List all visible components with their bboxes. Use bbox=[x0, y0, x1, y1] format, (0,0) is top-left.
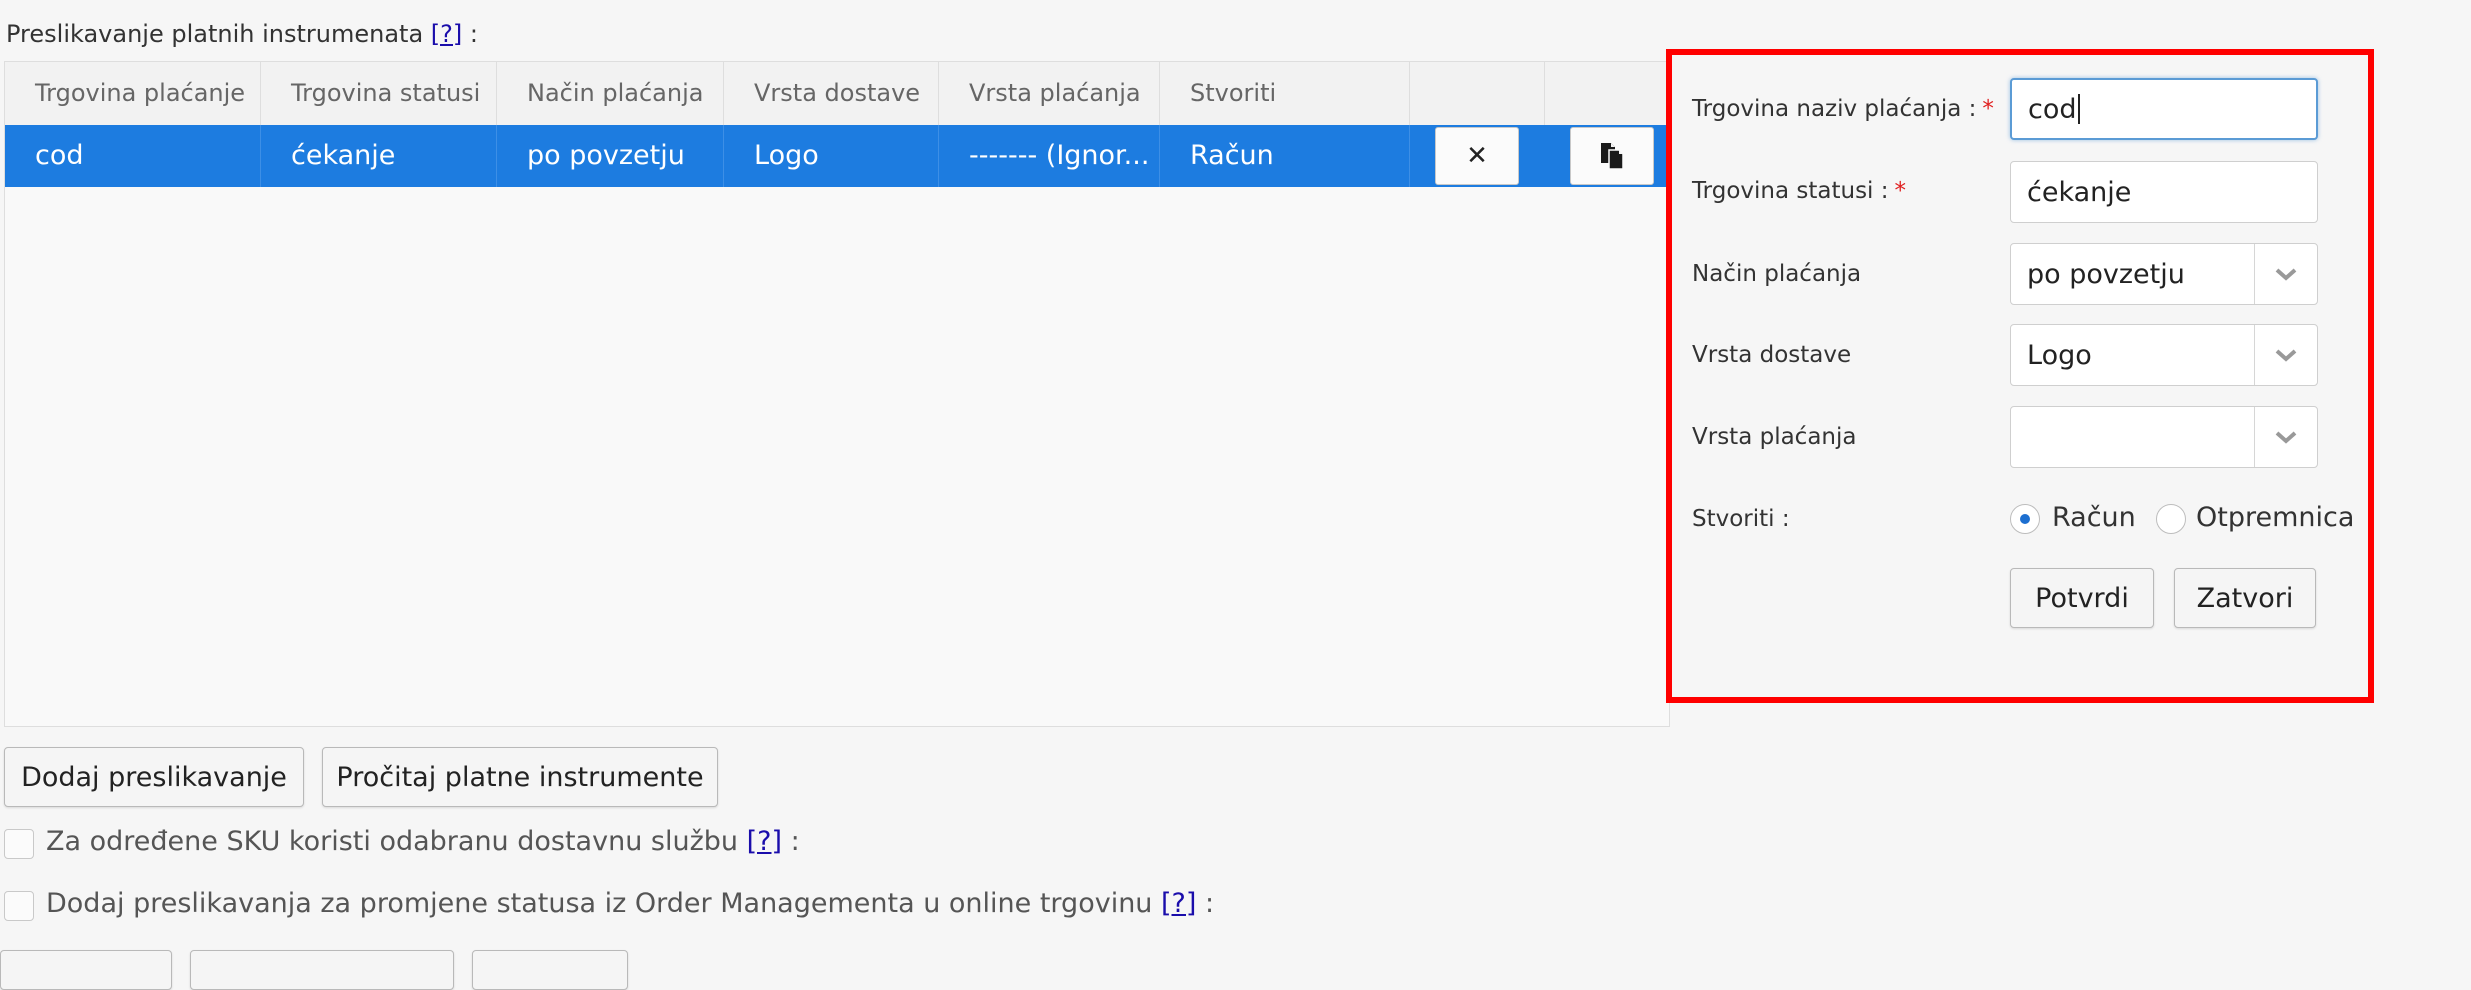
sku-delivery-label: Za određene SKU koristi odabranu dostavn… bbox=[46, 826, 800, 857]
chevron-down-icon[interactable] bbox=[2254, 325, 2317, 385]
create-radio-invoice-label[interactable]: Račun bbox=[2052, 502, 2136, 533]
store-payment-input[interactable]: cod bbox=[2010, 78, 2318, 140]
grid-header: Trgovina plaćanje Trgovina statusi Način… bbox=[5, 62, 1669, 126]
column-header-delivery-type[interactable]: Vrsta dostave bbox=[724, 62, 939, 125]
store-payment-value: cod bbox=[2028, 93, 2077, 125]
required-mark: * bbox=[1982, 96, 1994, 122]
column-header-delete bbox=[1410, 62, 1545, 125]
create-label: Stvoriti : bbox=[1692, 506, 1790, 532]
store-status-value: ćekanje bbox=[2027, 176, 2132, 208]
create-radio-delivery-note-label[interactable]: Otpremnica bbox=[2196, 502, 2354, 533]
cell-store-payment: cod bbox=[5, 125, 261, 187]
column-header-store-status[interactable]: Trgovina statusi bbox=[261, 62, 497, 125]
status-colon: : bbox=[1205, 888, 1215, 919]
delivery-type-select[interactable]: Logo bbox=[2010, 324, 2318, 386]
chevron-down-icon[interactable] bbox=[2254, 407, 2317, 467]
close-icon: ✕ bbox=[1466, 141, 1488, 171]
delivery-type-label: Vrsta dostave bbox=[1692, 342, 1852, 368]
bottom-button-2[interactable] bbox=[190, 950, 454, 990]
payment-method-select[interactable]: po povzetju bbox=[2010, 243, 2318, 305]
copy-icon bbox=[1601, 143, 1624, 170]
text-cursor bbox=[2077, 94, 2080, 124]
cell-payment-type: ------- (Ignor... bbox=[939, 125, 1160, 187]
column-header-payment-type[interactable]: Vrsta plaćanja bbox=[939, 62, 1160, 125]
payment-type-select[interactable] bbox=[2010, 406, 2318, 468]
store-status-label: Trgovina statusi : * bbox=[1692, 178, 1906, 204]
cell-payment-method: po povzetju bbox=[497, 125, 724, 187]
mapping-grid: Trgovina plaćanje Trgovina statusi Način… bbox=[4, 61, 1670, 727]
status-mapping-text: Dodaj preslikavanja za promjene statusa … bbox=[46, 888, 1153, 919]
section-title: Preslikavanje platnih instrumenata [?] : bbox=[6, 20, 478, 48]
read-instruments-button[interactable]: Pročitaj platne instrumente bbox=[322, 747, 718, 807]
payment-method-label: Način plaćanja bbox=[1692, 261, 1862, 287]
bottom-button-1[interactable] bbox=[0, 950, 172, 990]
status-mapping-label: Dodaj preslikavanja za promjene statusa … bbox=[46, 888, 1214, 919]
delivery-type-value: Logo bbox=[2027, 339, 2092, 371]
cell-create: Račun bbox=[1160, 125, 1410, 187]
payment-method-value: po povzetju bbox=[2027, 258, 2185, 290]
column-header-copy bbox=[1545, 62, 1667, 125]
store-status-input[interactable]: ćekanje bbox=[2010, 161, 2318, 223]
sku-delivery-text: Za određene SKU koristi odabranu dostavn… bbox=[46, 826, 738, 857]
payment-type-label: Vrsta plaćanja bbox=[1692, 424, 1857, 450]
add-mapping-button[interactable]: Dodaj preslikavanje bbox=[4, 747, 304, 807]
confirm-button[interactable]: Potvrdi bbox=[2010, 568, 2154, 628]
column-header-payment-method[interactable]: Način plaćanja bbox=[497, 62, 724, 125]
section-title-text: Preslikavanje platnih instrumenata bbox=[6, 20, 424, 48]
status-help-link[interactable]: [?] bbox=[1161, 888, 1196, 919]
required-mark: * bbox=[1894, 178, 1907, 204]
column-header-create[interactable]: Stvoriti bbox=[1160, 62, 1410, 125]
sku-colon: : bbox=[790, 826, 800, 857]
delete-row-button[interactable]: ✕ bbox=[1435, 127, 1519, 185]
copy-row-button[interactable] bbox=[1570, 127, 1654, 185]
column-header-store-payment[interactable]: Trgovina plaćanje bbox=[5, 62, 261, 125]
title-colon: : bbox=[469, 20, 478, 48]
create-radio-delivery-note[interactable] bbox=[2156, 504, 2186, 534]
store-payment-label-text: Trgovina naziv plaćanja : bbox=[1692, 96, 1977, 122]
close-button[interactable]: Zatvori bbox=[2174, 568, 2316, 628]
store-status-label-text: Trgovina statusi : bbox=[1692, 178, 1889, 204]
cell-delivery-type: Logo bbox=[724, 125, 939, 187]
help-link[interactable]: [?] bbox=[431, 20, 462, 48]
store-payment-label: Trgovina naziv plaćanja : * bbox=[1692, 96, 1994, 122]
table-row[interactable]: cod ćekanje po povzetju Logo ------- (Ig… bbox=[5, 125, 1667, 187]
cell-store-status: ćekanje bbox=[261, 125, 497, 187]
create-radio-invoice[interactable] bbox=[2010, 504, 2040, 534]
chevron-down-icon[interactable] bbox=[2254, 244, 2317, 304]
sku-help-link[interactable]: [?] bbox=[747, 826, 782, 857]
bottom-button-3[interactable] bbox=[472, 950, 628, 990]
sku-delivery-checkbox[interactable] bbox=[4, 829, 34, 859]
status-mapping-checkbox[interactable] bbox=[4, 891, 34, 921]
